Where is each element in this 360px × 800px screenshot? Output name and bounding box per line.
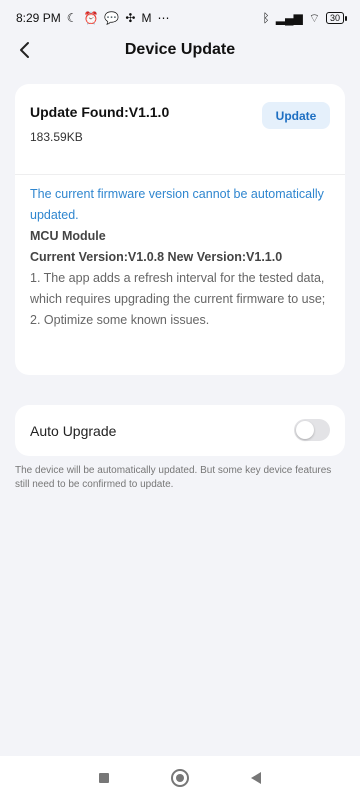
status-left: 8:29 PM ☾ ⏰ 💬 ✣ M ⋯ [16,11,169,25]
recents-icon[interactable] [99,773,109,783]
auto-upgrade-toggle[interactable] [294,419,330,441]
divider [15,174,345,175]
page-title: Device Update [124,41,236,58]
gmail-icon: M [141,11,152,25]
chevron-left-icon [20,42,29,58]
back-button[interactable] [10,36,40,64]
app-header: Device Update [0,36,360,64]
alarm-off-icon: ⏰ [83,11,99,25]
update-found-title: Update Found:V1.1.0 [30,104,170,120]
module-name: MCU Module [30,229,106,243]
moon-icon: ☾ [66,11,78,25]
change-item: 2. Optimize some known issues. [30,313,210,327]
fan-icon: ✣ [125,11,136,25]
update-details: The current firmware version cannot be a… [30,184,333,331]
update-button[interactable]: Update [262,102,330,129]
back-nav-icon[interactable] [251,772,261,784]
home-icon[interactable] [171,769,189,787]
toggle-knob [296,421,314,439]
version-info: Current Version:V1.0.8 New Version:V1.1.… [30,250,283,264]
change-item: 1. The app adds a refresh interval for t… [30,271,326,306]
bluetooth-icon: ᛒ [262,11,270,25]
more-dots-icon: ⋯ [157,11,170,25]
battery-icon: 30 [325,12,348,24]
status-bar: 8:29 PM ☾ ⏰ 💬 ✣ M ⋯ ᛒ ▂▄▆ ⌔ 30 [0,0,360,36]
wifi-icon: ⌔ [308,11,320,25]
auto-upgrade-card: Auto Upgrade [15,405,345,456]
update-size: 183.59KB [30,130,83,144]
auto-upgrade-label: Auto Upgrade [30,422,117,439]
chat-icon: 💬 [104,11,120,25]
auto-upgrade-note: The device will be automatically updated… [15,465,332,490]
system-nav-bar [0,756,360,800]
firmware-notice: The current firmware version cannot be a… [30,187,324,222]
update-card: Update Found:V1.1.0 183.59KB Update The … [15,84,345,375]
status-time: 8:29 PM [16,11,61,25]
status-right: ᛒ ▂▄▆ ⌔ 30 [262,11,348,25]
signal-icon: ▂▄▆ [275,11,303,25]
